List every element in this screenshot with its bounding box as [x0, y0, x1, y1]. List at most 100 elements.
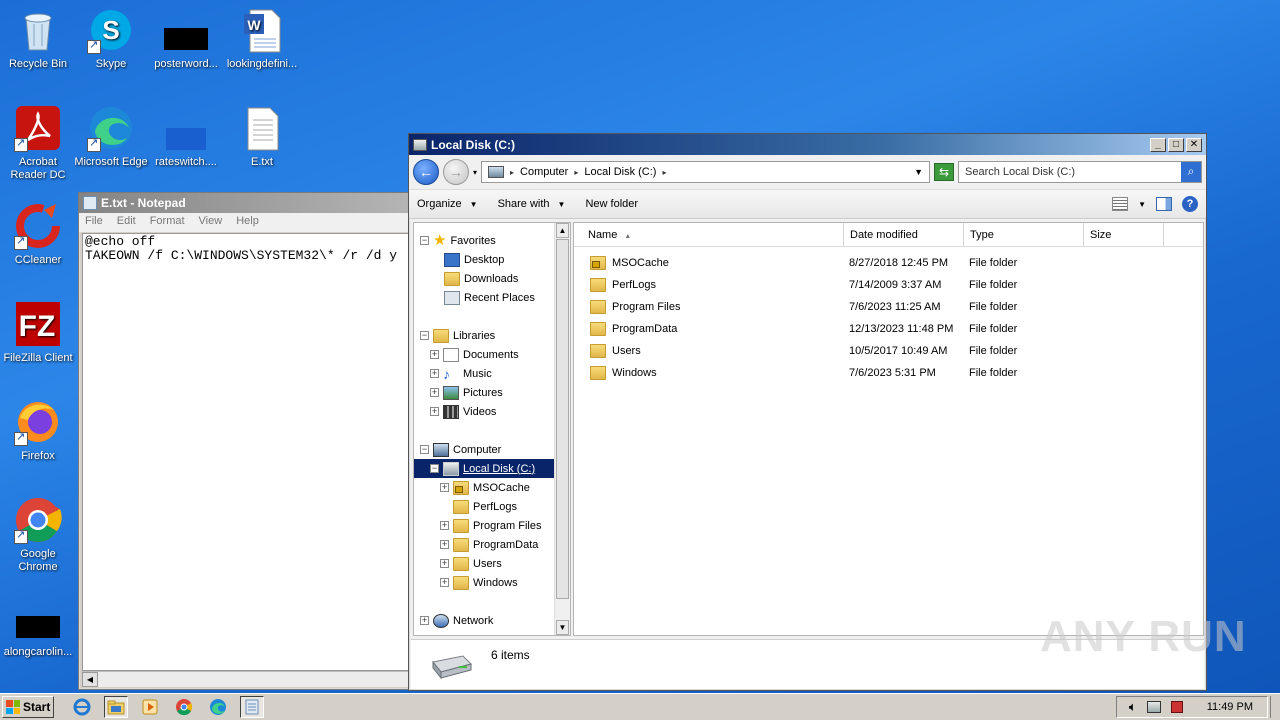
nav-msocache[interactable]: + MSOCache [440, 478, 530, 497]
desktop-icon-rateswitch[interactable]: rateswitch.... [148, 104, 224, 169]
expand-icon[interactable]: + [430, 350, 439, 359]
action-center-icon[interactable] [1170, 701, 1183, 713]
edge-taskbar-icon[interactable] [206, 696, 230, 718]
network-status-icon[interactable] [1146, 701, 1161, 713]
column-date-modified[interactable]: Date modified [844, 223, 964, 246]
table-row[interactable]: Program Files 7/6/2023 11:25 AM File fol… [574, 296, 1203, 318]
table-row[interactable]: PerfLogs 7/14/2009 3:37 AM File folder [574, 274, 1203, 296]
notepad-titlebar[interactable]: E.txt - Notepad [79, 193, 413, 213]
desktop-icon-edge[interactable]: Microsoft Edge [73, 104, 149, 169]
desktop-icon-acrobat[interactable]: Acrobat Reader DC [0, 104, 76, 182]
table-row[interactable]: MSOCache 8/27/2018 12:45 PM File folder [574, 252, 1203, 274]
refresh-button[interactable]: ⇆ [934, 163, 954, 181]
table-row[interactable]: Windows 7/6/2023 5:31 PM File folder [574, 362, 1203, 384]
clock[interactable]: 11:49 PM [1207, 701, 1253, 713]
notepad-taskbar-button[interactable] [240, 696, 264, 718]
collapse-icon[interactable]: − [420, 236, 429, 245]
explorer-titlebar[interactable]: Local Disk (C:) _ □ ✕ [409, 134, 1206, 155]
chrome-taskbar-icon[interactable] [172, 696, 196, 718]
scroll-up-icon[interactable]: ▲ [556, 223, 569, 238]
nav-users[interactable]: + Users [440, 554, 502, 573]
nav-computer[interactable]: − Computer [420, 440, 501, 459]
show-desktop-button[interactable] [1270, 696, 1280, 718]
breadcrumb-separator-icon[interactable]: ▸ [662, 168, 666, 177]
notepad-text-area[interactable]: @echo off TAKEOWN /f C:\WINDOWS\SYSTEM32… [82, 233, 410, 671]
internet-explorer-icon[interactable] [70, 696, 94, 718]
scroll-left-icon[interactable]: ◀ [82, 672, 98, 687]
expand-icon[interactable]: + [430, 407, 439, 416]
expand-icon[interactable]: + [440, 540, 449, 549]
view-options-dropdown-icon[interactable]: ▼ [1138, 200, 1146, 209]
breadcrumb-separator-icon[interactable]: ▸ [574, 168, 578, 177]
column-size[interactable]: Size [1084, 223, 1164, 246]
expand-icon[interactable]: + [430, 388, 439, 397]
navigation-pane[interactable]: − ★ Favorites Desktop Downloads Recent P… [413, 222, 571, 636]
expand-icon[interactable]: + [440, 483, 449, 492]
nav-programdata[interactable]: + ProgramData [440, 535, 538, 554]
close-button[interactable]: ✕ [1186, 137, 1202, 152]
explorer-window[interactable]: Local Disk (C:) _ □ ✕ ← → ▾ ▸ Computer ▸… [408, 133, 1207, 691]
collapse-icon[interactable]: − [420, 331, 429, 340]
nav-libraries[interactable]: − Libraries [420, 326, 495, 345]
desktop-icon-skype[interactable]: S Skype [73, 6, 149, 71]
notepad-window[interactable]: E.txt - Notepad File Edit Format View He… [78, 192, 414, 690]
menu-edit[interactable]: Edit [117, 215, 136, 230]
menu-view[interactable]: View [199, 215, 223, 230]
new-folder-button[interactable]: New folder [585, 198, 638, 210]
nav-desktop[interactable]: Desktop [444, 250, 504, 269]
start-button[interactable]: Start [2, 696, 54, 718]
nav-network[interactable]: + Network [420, 611, 493, 630]
nav-pictures[interactable]: + Pictures [430, 383, 503, 402]
scroll-down-icon[interactable]: ▼ [556, 620, 569, 635]
collapse-icon[interactable]: − [420, 445, 429, 454]
table-row[interactable]: Users 10/5/2017 10:49 AM File folder [574, 340, 1203, 362]
column-type[interactable]: Type [964, 223, 1084, 246]
column-name[interactable]: Name ▲ [574, 223, 844, 246]
expand-icon[interactable]: + [440, 521, 449, 530]
menu-file[interactable]: File [85, 215, 103, 230]
desktop-icon-lookingdefini[interactable]: W lookingdefini... [224, 6, 300, 71]
notepad-horizontal-scrollbar[interactable]: ◀ [82, 671, 410, 687]
breadcrumb-computer[interactable]: Computer [520, 166, 568, 178]
media-player-icon[interactable] [138, 696, 162, 718]
minimize-button[interactable]: _ [1150, 137, 1166, 152]
table-row[interactable]: ProgramData 12/13/2023 11:48 PM File fol… [574, 318, 1203, 340]
preview-pane-icon[interactable] [1156, 197, 1172, 211]
menu-help[interactable]: Help [236, 215, 259, 230]
desktop-icon-e-txt[interactable]: E.txt [224, 104, 300, 169]
maximize-button[interactable]: □ [1168, 137, 1184, 152]
expand-icon[interactable]: + [430, 369, 439, 378]
desktop-icon-filezilla[interactable]: FZ FileZilla Client [0, 300, 76, 365]
recent-pages-dropdown-icon[interactable]: ▾ [473, 168, 477, 177]
nav-documents[interactable]: + Documents [430, 345, 519, 364]
desktop-icon-recycle-bin[interactable]: Recycle Bin [0, 6, 76, 71]
nav-local-disk-c[interactable]: − Local Disk (C:) [414, 459, 554, 478]
breadcrumb-separator-icon[interactable]: ▸ [510, 168, 514, 177]
menu-format[interactable]: Format [150, 215, 185, 230]
expand-icon[interactable]: + [440, 559, 449, 568]
navigation-scrollbar[interactable]: ▲ ▼ [554, 223, 570, 635]
help-icon[interactable]: ? [1182, 196, 1198, 212]
forward-button[interactable]: → [443, 159, 469, 185]
nav-videos[interactable]: + Videos [430, 402, 496, 421]
nav-windows[interactable]: + Windows [440, 573, 518, 592]
nav-perflogs[interactable]: PerfLogs [440, 497, 517, 516]
search-input[interactable]: Search Local Disk (C:) ⌕ [958, 161, 1202, 183]
volume-icon[interactable]: 🔈︎ [1129, 699, 1137, 715]
nav-downloads[interactable]: Downloads [444, 269, 518, 288]
change-view-icon[interactable] [1112, 197, 1129, 211]
breadcrumb-local-disk[interactable]: Local Disk (C:) [584, 166, 656, 178]
desktop-icon-chrome[interactable]: Google Chrome [0, 496, 76, 574]
desktop-icon-ccleaner[interactable]: CCleaner [0, 202, 76, 267]
collapse-icon[interactable]: − [430, 464, 439, 473]
back-button[interactable]: ← [413, 159, 439, 185]
expand-icon[interactable]: + [440, 578, 449, 587]
expand-icon[interactable]: + [420, 616, 429, 625]
nav-music[interactable]: + ♪ Music [430, 364, 492, 383]
file-list[interactable]: Name ▲ Date modified Type Size MSOCache … [573, 222, 1204, 636]
nav-favorites[interactable]: − ★ Favorites [420, 231, 496, 250]
desktop-icon-posterword[interactable]: posterword... [148, 6, 224, 71]
search-icon[interactable]: ⌕ [1181, 162, 1201, 182]
desktop-icon-alongcarolin[interactable]: alongcarolin... [0, 594, 76, 659]
organize-button[interactable]: Organize ▼ [417, 198, 478, 210]
